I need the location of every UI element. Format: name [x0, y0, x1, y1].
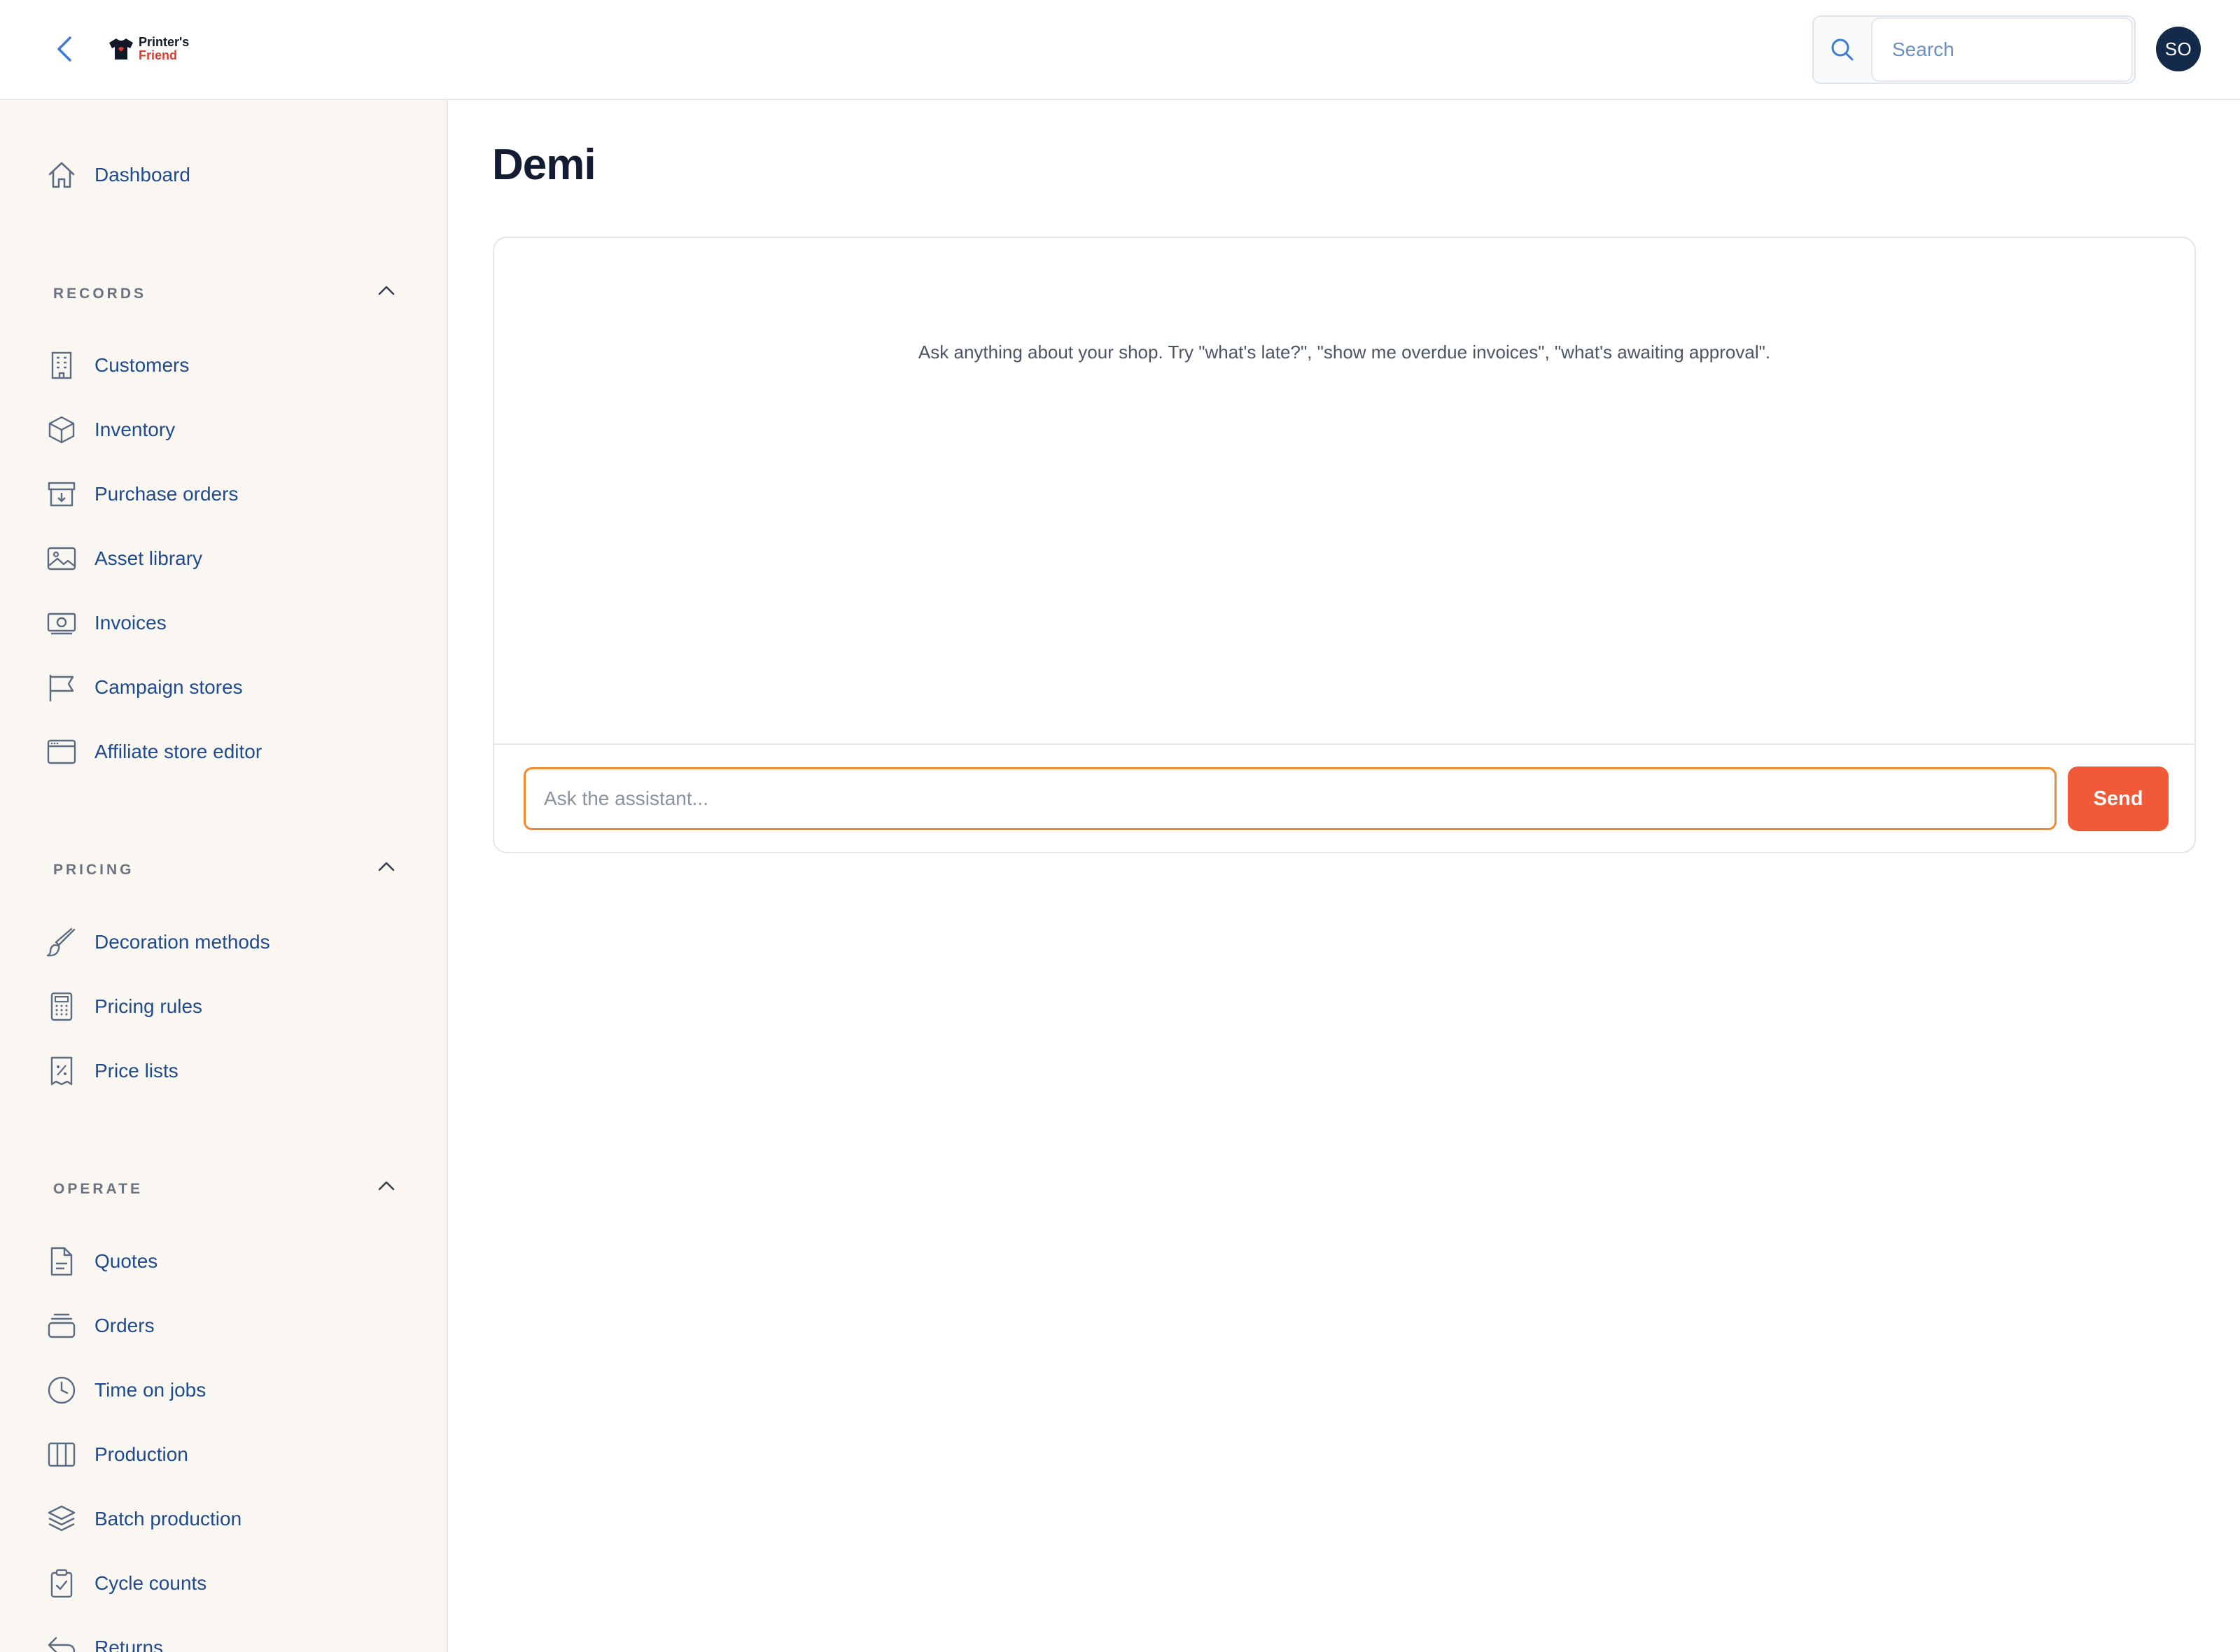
- section-title: PRICING: [53, 862, 134, 878]
- page-title: Demi: [492, 141, 596, 189]
- return-arrow-icon: [46, 1632, 77, 1652]
- sidebar-item-label: Quotes: [94, 1250, 158, 1272]
- sidebar-item-cycle-counts[interactable]: Cycle counts: [0, 1558, 447, 1609]
- sidebar-item-dashboard[interactable]: Dashboard: [0, 150, 447, 200]
- tshirt-logo-icon: [109, 38, 133, 59]
- sidebar-item-pricing-rules[interactable]: Pricing rules: [0, 981, 447, 1032]
- sidebar-item-label: Dashboard: [94, 164, 190, 186]
- sidebar-item-decoration-methods[interactable]: Decoration methods: [0, 917, 447, 967]
- clipboard-check-icon: [46, 1568, 77, 1599]
- sidebar-item-label: Time on jobs: [94, 1379, 206, 1401]
- sidebar-item-invoices[interactable]: Invoices: [0, 598, 447, 648]
- sidebar-item-quotes[interactable]: Quotes: [0, 1236, 447, 1287]
- section-header-pricing[interactable]: PRICING: [0, 853, 447, 888]
- browser-window-icon: [46, 736, 77, 767]
- sidebar-item-label: Price lists: [94, 1060, 178, 1082]
- top-bar: Printer's Friend SO: [0, 0, 2240, 100]
- sidebar-item-label: Pricing rules: [94, 995, 203, 1017]
- logo-wordmark: Printer's Friend: [139, 36, 189, 62]
- sidebar-item-label: Campaign stores: [94, 676, 243, 698]
- chevron-up-icon[interactable]: [372, 1172, 400, 1200]
- calculator-icon: [46, 991, 77, 1022]
- sidebar-item-asset-library[interactable]: Asset library: [0, 533, 447, 584]
- sidebar-item-time-on-jobs[interactable]: Time on jobs: [0, 1365, 447, 1415]
- sidebar-item-price-lists[interactable]: Price lists: [0, 1046, 447, 1096]
- sidebar-item-label: Invoices: [94, 612, 167, 634]
- search-input[interactable]: [1871, 18, 2133, 82]
- sidebar-item-label: Affiliate store editor: [94, 741, 262, 762]
- logo-line-1: Printer's: [139, 35, 190, 49]
- image-icon: [46, 543, 77, 574]
- search-icon: [1831, 38, 1854, 61]
- sidebar-item-label: Returns: [94, 1637, 164, 1652]
- sidebar-item-inventory[interactable]: Inventory: [0, 405, 447, 455]
- document-icon: [46, 1246, 77, 1277]
- sidebar-item-label: Inventory: [94, 419, 176, 440]
- sidebar-item-affiliate-store-editor[interactable]: Affiliate store editor: [0, 727, 447, 777]
- section-header-operate[interactable]: OPERATE: [0, 1172, 447, 1207]
- sidebar-item-label: Decoration methods: [94, 931, 270, 953]
- back-button[interactable]: [50, 34, 78, 64]
- sidebar-item-label: Orders: [94, 1315, 155, 1336]
- sidebar-item-purchase-orders[interactable]: Purchase orders: [0, 469, 447, 519]
- sidebar-item-batch-production[interactable]: Batch production: [0, 1494, 447, 1544]
- sidebar-item-label: Customers: [94, 354, 190, 376]
- sidebar-item-label: Production: [94, 1443, 188, 1465]
- flag-icon: [46, 672, 77, 703]
- section-title: RECORDS: [53, 286, 147, 302]
- assistant-input[interactable]: [524, 767, 2057, 830]
- logo-line-2: Friend: [139, 48, 178, 62]
- clock-icon: [46, 1375, 77, 1406]
- building-icon: [46, 350, 77, 381]
- send-button[interactable]: Send: [2068, 766, 2169, 831]
- app-logo[interactable]: Printer's Friend: [108, 34, 189, 64]
- sidebar-item-label: Purchase orders: [94, 483, 239, 505]
- stack-icon: [46, 1310, 77, 1341]
- cash-icon: [46, 608, 77, 638]
- sidebar-item-campaign-stores[interactable]: Campaign stores: [0, 662, 447, 713]
- user-avatar[interactable]: SO: [2156, 27, 2201, 71]
- sidebar-item-customers[interactable]: Customers: [0, 340, 447, 391]
- section-title: OPERATE: [53, 1181, 143, 1197]
- receipt-percent-icon: [46, 1056, 77, 1086]
- sidebar-item-label: Asset library: [94, 547, 203, 569]
- assistant-chat-panel: Ask anything about your shop. Try "what'…: [493, 237, 2196, 853]
- brush-icon: [46, 927, 77, 958]
- chat-composer: Send: [494, 743, 2194, 852]
- section-header-records[interactable]: RECORDS: [0, 276, 447, 312]
- chevron-up-icon[interactable]: [372, 276, 400, 304]
- search-button[interactable]: [1814, 17, 1871, 83]
- home-icon: [46, 160, 77, 190]
- chat-empty-hint: Ask anything about your shop. Try "what'…: [918, 342, 1771, 363]
- sidebar-item-label: Batch production: [94, 1508, 242, 1530]
- sidebar: Dashboard RECORDS Customers Inventory Pu…: [0, 100, 448, 1652]
- sidebar-item-label: Cycle counts: [94, 1572, 207, 1594]
- archive-download-icon: [46, 479, 77, 510]
- chevron-left-icon: [57, 36, 71, 62]
- sidebar-item-orders[interactable]: Orders: [0, 1301, 447, 1351]
- chevron-up-icon[interactable]: [372, 853, 400, 881]
- sidebar-item-production[interactable]: Production: [0, 1429, 447, 1480]
- cube-icon: [46, 414, 77, 445]
- layers-icon: [46, 1504, 77, 1534]
- columns-icon: [46, 1439, 77, 1470]
- sidebar-item-returns[interactable]: Returns: [0, 1623, 447, 1652]
- global-search: [1812, 15, 2136, 84]
